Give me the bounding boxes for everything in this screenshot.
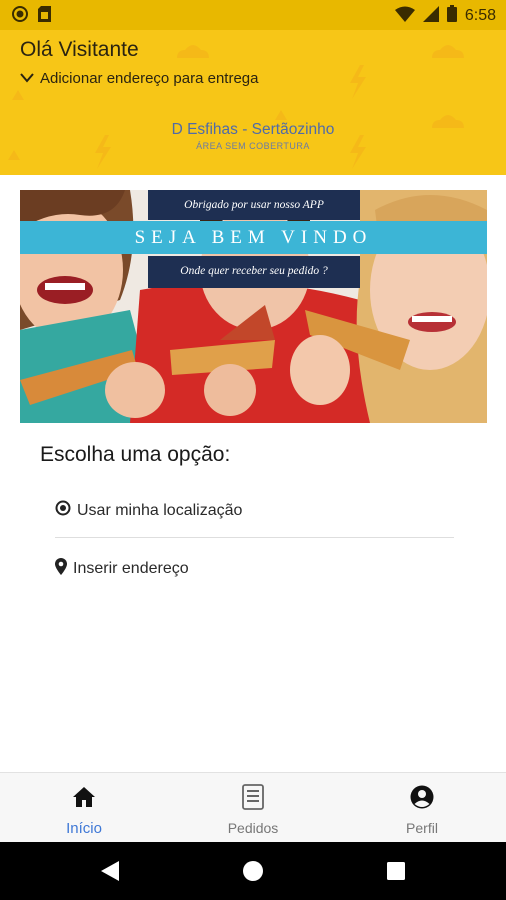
greeting-title: Olá Visitante: [20, 38, 139, 61]
orders-icon: [242, 784, 264, 810]
banner-question-text: Onde quer receber seu pedido ?: [148, 256, 360, 288]
system-navigation-bar: [0, 842, 506, 900]
signal-icon: [422, 5, 439, 27]
sim-icon: [38, 6, 51, 27]
nav-tab-pedidos[interactable]: Pedidos: [169, 773, 337, 843]
nav-tab-perfil[interactable]: Perfil: [338, 773, 506, 843]
back-icon[interactable]: [80, 842, 140, 900]
options-title: Escolha uma opção:: [40, 443, 231, 466]
options-divider: [55, 537, 454, 538]
home-icon: [72, 784, 96, 810]
banner-thanks-text: Obrigado por usar nosso APP: [148, 190, 360, 220]
home-circle-icon[interactable]: [223, 842, 283, 900]
bottom-navigation: Início Pedidos Perfil: [0, 772, 506, 843]
location-target-icon: [55, 500, 71, 521]
coverage-status: ÁREA SEM COBERTURA: [196, 141, 310, 151]
chevron-down-icon: [20, 70, 34, 87]
map-pin-icon: [55, 558, 67, 580]
recents-icon[interactable]: [366, 842, 426, 900]
welcome-banner: Obrigado por usar nosso APP SEJA BEM VIN…: [20, 190, 487, 423]
nav-label-pedidos: Pedidos: [227, 820, 279, 836]
notification-icon: [12, 6, 28, 27]
use-location-label: Usar minha localização: [77, 501, 243, 519]
nav-tab-inicio[interactable]: Início: [0, 773, 168, 843]
use-location-option[interactable]: Usar minha localização: [55, 500, 242, 521]
nav-label-perfil: Perfil: [406, 820, 438, 836]
insert-address-label: Inserir endereço: [73, 560, 189, 577]
nav-label-inicio: Início: [66, 820, 102, 837]
profile-icon: [410, 784, 434, 810]
banner-welcome-text: SEJA BEM VINDO: [20, 221, 487, 254]
store-name: D Esfihas - Sertãozinho: [171, 121, 335, 138]
wifi-icon: [394, 6, 415, 27]
address-prompt-label: Adicionar endereço para entrega: [40, 70, 259, 87]
add-delivery-address-button[interactable]: Adicionar endereço para entrega: [20, 70, 258, 87]
status-time: 6:58: [464, 7, 496, 24]
insert-address-option[interactable]: Inserir endereço: [55, 558, 189, 580]
status-bar: 6:58: [0, 0, 506, 30]
app-header: Olá Visitante Adicionar endereço para en…: [0, 30, 506, 175]
battery-icon: [446, 5, 457, 27]
